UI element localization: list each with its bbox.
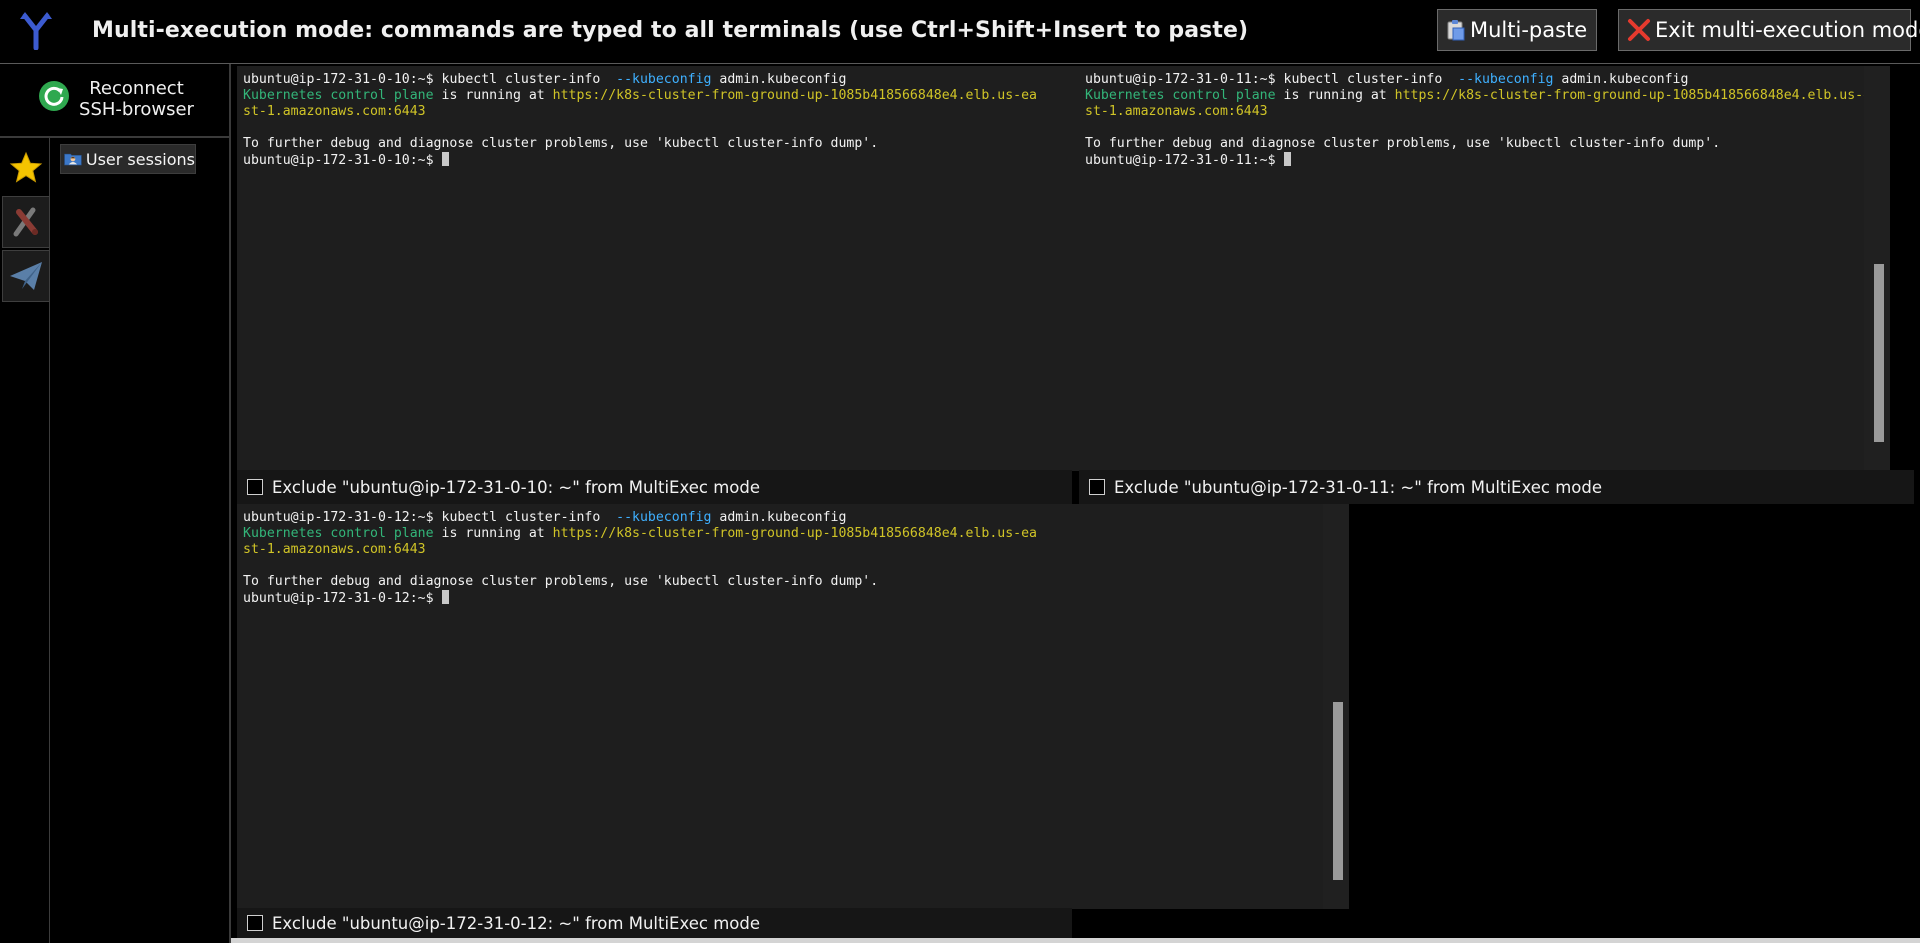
- output-line: st-1.amazonaws.com:6443: [1085, 104, 1268, 119]
- reconnect-icon: [39, 81, 69, 111]
- exit-multi-exec-label: Exit multi-execution mode: [1655, 18, 1920, 42]
- prompt-line: ubuntu@ip-172-31-0-11:~$: [1085, 152, 1890, 168]
- terminal-0-12[interactable]: ubuntu@ip-172-31-0-12:~$ kubectl cluster…: [237, 504, 1349, 909]
- reconnect-ssh-browser-button[interactable]: Reconnect SSH-browser: [0, 64, 229, 136]
- exclude-checkbox-row[interactable]: Exclude "ubuntu@ip-172-31-0-12: ~" from …: [237, 908, 1072, 938]
- exclude-checkbox-row[interactable]: Exclude "ubuntu@ip-172-31-0-10: ~" from …: [237, 470, 1072, 504]
- output-line: Kubernetes control plane is running at h…: [243, 526, 1037, 541]
- clipboard-icon: [1447, 20, 1465, 41]
- command-line: ubuntu@ip-172-31-0-12:~$ kubectl cluster…: [243, 510, 847, 525]
- user-sessions-tab[interactable]: User sessions: [60, 144, 196, 174]
- exclude-label: Exclude "ubuntu@ip-172-31-0-10: ~" from …: [272, 477, 760, 497]
- exclude-checkbox-row[interactable]: Exclude "ubuntu@ip-172-31-0-11: ~" from …: [1079, 470, 1914, 504]
- terminal-scrollbar[interactable]: [1323, 504, 1349, 909]
- sidebar-item-favorites[interactable]: [2, 142, 50, 194]
- reconnect-label-line1: Reconnect: [89, 78, 184, 99]
- terminal-cursor: [1283, 152, 1291, 166]
- exit-multi-exec-button[interactable]: Exit multi-execution mode: [1618, 9, 1920, 51]
- output-line: To further debug and diagnose cluster pr…: [1085, 136, 1721, 151]
- tools-icon: [13, 207, 38, 237]
- reconnect-label: Reconnect SSH-browser: [74, 78, 199, 120]
- user-folder-icon: [64, 153, 82, 166]
- bottom-edge: [231, 938, 1920, 943]
- multi-paste-label: Multi-paste: [1470, 18, 1588, 42]
- top-bar: Multi-execution mode: commands are typed…: [0, 0, 1920, 64]
- scrollbar-thumb[interactable]: [1333, 702, 1343, 880]
- exclude-checkbox[interactable]: [247, 479, 263, 495]
- output-line: To further debug and diagnose cluster pr…: [243, 574, 879, 589]
- exclude-label: Exclude "ubuntu@ip-172-31-0-12: ~" from …: [272, 913, 760, 933]
- exclude-label: Exclude "ubuntu@ip-172-31-0-11: ~" from …: [1114, 477, 1602, 497]
- sidebar-icon-column: [0, 138, 50, 943]
- terminal-cursor: [441, 152, 449, 166]
- prompt-line: ubuntu@ip-172-31-0-12:~$: [243, 590, 1333, 606]
- terminal-0-11[interactable]: ubuntu@ip-172-31-0-11:~$ kubectl cluster…: [1079, 66, 1890, 471]
- user-sessions-label: User sessions: [85, 149, 195, 169]
- multi-exec-fork-icon: [20, 12, 52, 50]
- terminal-output: ubuntu@ip-172-31-0-12:~$ kubectl cluster…: [243, 510, 1333, 606]
- scrollbar-thumb[interactable]: [1874, 264, 1884, 442]
- sidebar-item-send[interactable]: [2, 250, 50, 302]
- terminal-cursor: [441, 590, 449, 604]
- multi-paste-button[interactable]: Multi-paste: [1437, 9, 1597, 51]
- terminal-scrollbar[interactable]: [1864, 66, 1890, 471]
- sidebar-item-tools[interactable]: [2, 196, 50, 248]
- star-icon: [9, 151, 43, 183]
- output-line: Kubernetes control plane is running at h…: [1085, 88, 1879, 103]
- send-icon: [10, 262, 42, 290]
- output-line: st-1.amazonaws.com:6443: [243, 542, 426, 557]
- multi-exec-title: Multi-execution mode: commands are typed…: [92, 18, 1249, 43]
- terminal-output: ubuntu@ip-172-31-0-11:~$ kubectl cluster…: [1085, 72, 1890, 168]
- close-icon: [1628, 19, 1650, 41]
- exclude-checkbox[interactable]: [1089, 479, 1105, 495]
- reconnect-label-line2: SSH-browser: [79, 99, 194, 120]
- left-panel: Reconnect SSH-browser User sessions: [0, 64, 231, 943]
- command-line: ubuntu@ip-172-31-0-11:~$ kubectl cluster…: [1085, 72, 1689, 87]
- exclude-checkbox[interactable]: [247, 915, 263, 931]
- left-panel-border: [229, 64, 231, 943]
